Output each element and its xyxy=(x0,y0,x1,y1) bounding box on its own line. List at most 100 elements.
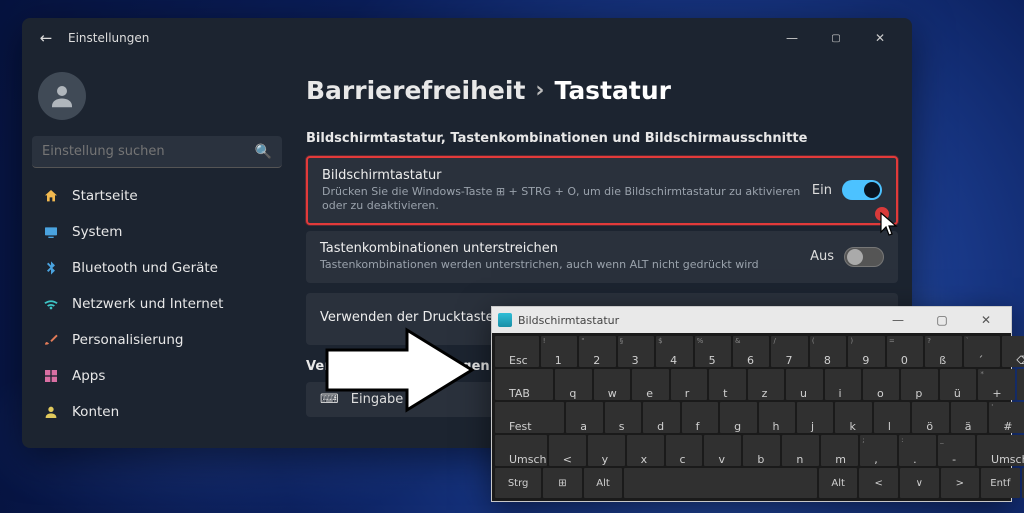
osk-key[interactable]: TAB xyxy=(495,369,553,400)
osk-close-button[interactable]: ✕ xyxy=(967,307,1005,333)
osk-key[interactable]: < xyxy=(549,435,586,466)
osk-key[interactable]: r xyxy=(671,369,707,400)
osk-key[interactable]: (8 xyxy=(810,336,846,367)
osk-key[interactable]: j xyxy=(797,402,833,433)
sidebar-item-netzwerk-und-internet[interactable]: Netzwerk und Internet xyxy=(32,286,282,322)
osk-key[interactable]: k xyxy=(835,402,871,433)
osk-row: Umsch<yxcvbnm;,:._-Umsch↑ xyxy=(495,435,1024,466)
setting-onscreen-keyboard[interactable]: Bildschirmtastatur Drücken Sie die Windo… xyxy=(306,156,898,225)
minimize-button[interactable]: — xyxy=(770,18,814,58)
osk-key[interactable]: < xyxy=(859,468,898,498)
setting-title: Tastenkombinationen unterstreichen xyxy=(320,241,810,256)
osk-key[interactable]: ä xyxy=(951,402,987,433)
window-title: Einstellungen xyxy=(68,31,149,45)
osk-key[interactable]: )9 xyxy=(848,336,884,367)
osk-key[interactable]: a xyxy=(566,402,602,433)
osk-key[interactable]: o xyxy=(863,369,899,400)
osk-key[interactable]: p xyxy=(901,369,937,400)
osk-key[interactable]: l xyxy=(874,402,910,433)
osk-key[interactable]: "2 xyxy=(579,336,615,367)
osk-key[interactable]: c xyxy=(666,435,703,466)
sidebar-item-system[interactable]: System xyxy=(32,214,282,250)
breadcrumb-parent[interactable]: Barrierefreiheit xyxy=(306,76,525,105)
osk-key[interactable]: q xyxy=(555,369,591,400)
osk-key[interactable]: Fest xyxy=(495,402,564,433)
sidebar-item-apps[interactable]: Apps xyxy=(32,358,282,394)
osk-key[interactable]: =0 xyxy=(887,336,923,367)
osk-minimize-button[interactable]: — xyxy=(879,307,917,333)
osk-key[interactable]: v xyxy=(704,435,741,466)
osk-key[interactable]: h xyxy=(759,402,795,433)
osk-title: Bildschirmtastatur xyxy=(518,314,619,327)
osk-key[interactable]: i xyxy=(825,369,861,400)
osk-key[interactable]: /7 xyxy=(771,336,807,367)
osk-key[interactable]: `´ xyxy=(964,336,1000,367)
osk-key[interactable]: ⌫ xyxy=(1002,336,1024,367)
search-input[interactable] xyxy=(42,144,255,159)
osk-key[interactable]: !1 xyxy=(541,336,577,367)
osk-key[interactable]: '# xyxy=(989,402,1024,433)
keyboard-icon: ⌨ xyxy=(320,392,339,407)
apps-icon xyxy=(42,367,60,385)
osk-key[interactable]: n xyxy=(782,435,819,466)
osk-key[interactable]: Entf xyxy=(981,468,1020,498)
avatar[interactable] xyxy=(38,72,86,120)
close-button[interactable]: ✕ xyxy=(858,18,902,58)
sidebar-item-bluetooth-und-geräte[interactable]: Bluetooth und Geräte xyxy=(32,250,282,286)
osk-key[interactable]: Esc xyxy=(495,336,539,367)
osk-key[interactable]: Strg xyxy=(495,468,541,498)
osk-key[interactable]: ⊞ xyxy=(543,468,582,498)
osk-key[interactable]: d xyxy=(643,402,679,433)
osk-key[interactable]: ?ß xyxy=(925,336,961,367)
osk-key[interactable]: Alt xyxy=(819,468,858,498)
osk-key[interactable]: b xyxy=(743,435,780,466)
setting-underline-shortcuts[interactable]: Tastenkombinationen unterstreichen Taste… xyxy=(306,231,898,283)
osk-row: Festasdfghjklöä'# xyxy=(495,402,1024,433)
osk-key[interactable]: Umsch xyxy=(977,435,1024,466)
section-heading: Bildschirmtastatur, Tastenkombinationen … xyxy=(306,131,898,146)
osk-key[interactable]: ∨ xyxy=(900,468,939,498)
osk-key[interactable]: s xyxy=(605,402,641,433)
osk-key[interactable]: > xyxy=(941,468,980,498)
osk-key[interactable]: w xyxy=(594,369,630,400)
back-button[interactable]: ← xyxy=(32,29,60,47)
account-icon xyxy=(42,403,60,421)
osk-key[interactable]: _- xyxy=(938,435,975,466)
osk-key[interactable]: e xyxy=(632,369,668,400)
osk-key[interactable]: Eingabe xyxy=(1017,369,1024,400)
osk-key[interactable]: ;, xyxy=(860,435,897,466)
osk-key[interactable]: &6 xyxy=(733,336,769,367)
search-box[interactable]: 🔍 xyxy=(32,136,282,168)
osk-key[interactable]: ü xyxy=(940,369,976,400)
home-icon xyxy=(42,187,60,205)
osk-key[interactable]: m xyxy=(821,435,858,466)
osk-key[interactable]: t xyxy=(709,369,745,400)
window-controls: — ▢ ✕ xyxy=(770,18,902,58)
sidebar-item-label: Bluetooth und Geräte xyxy=(72,260,218,276)
osk-key[interactable]: f xyxy=(682,402,718,433)
sidebar-item-personalisierung[interactable]: Personalisierung xyxy=(32,322,282,358)
osk-key[interactable]: $4 xyxy=(656,336,692,367)
osk-window: Bildschirmtastatur — ▢ ✕ Esc!1"2§3$4%5&6… xyxy=(491,306,1012,502)
osk-key[interactable]: x xyxy=(627,435,664,466)
osk-key[interactable]: g xyxy=(720,402,756,433)
osk-key[interactable]: ö xyxy=(912,402,948,433)
toggle-underline-shortcuts[interactable] xyxy=(844,247,884,267)
osk-key[interactable]: :. xyxy=(899,435,936,466)
sidebar-item-startseite[interactable]: Startseite xyxy=(32,178,282,214)
osk-key[interactable]: *+ xyxy=(978,369,1014,400)
wifi-icon xyxy=(42,295,60,313)
osk-key[interactable]: y xyxy=(588,435,625,466)
osk-key[interactable]: §3 xyxy=(618,336,654,367)
osk-key[interactable]: u xyxy=(786,369,822,400)
osk-key[interactable] xyxy=(624,468,817,498)
osk-key[interactable]: Umsch xyxy=(495,435,547,466)
osk-maximize-button[interactable]: ▢ xyxy=(923,307,961,333)
osk-key[interactable]: Alt xyxy=(584,468,623,498)
sidebar-item-konten[interactable]: Konten xyxy=(32,394,282,430)
bluetooth-icon xyxy=(42,259,60,277)
maximize-button[interactable]: ▢ xyxy=(814,18,858,58)
osk-key[interactable]: z xyxy=(748,369,784,400)
toggle-onscreen-keyboard[interactable] xyxy=(842,180,882,200)
osk-key[interactable]: %5 xyxy=(695,336,731,367)
